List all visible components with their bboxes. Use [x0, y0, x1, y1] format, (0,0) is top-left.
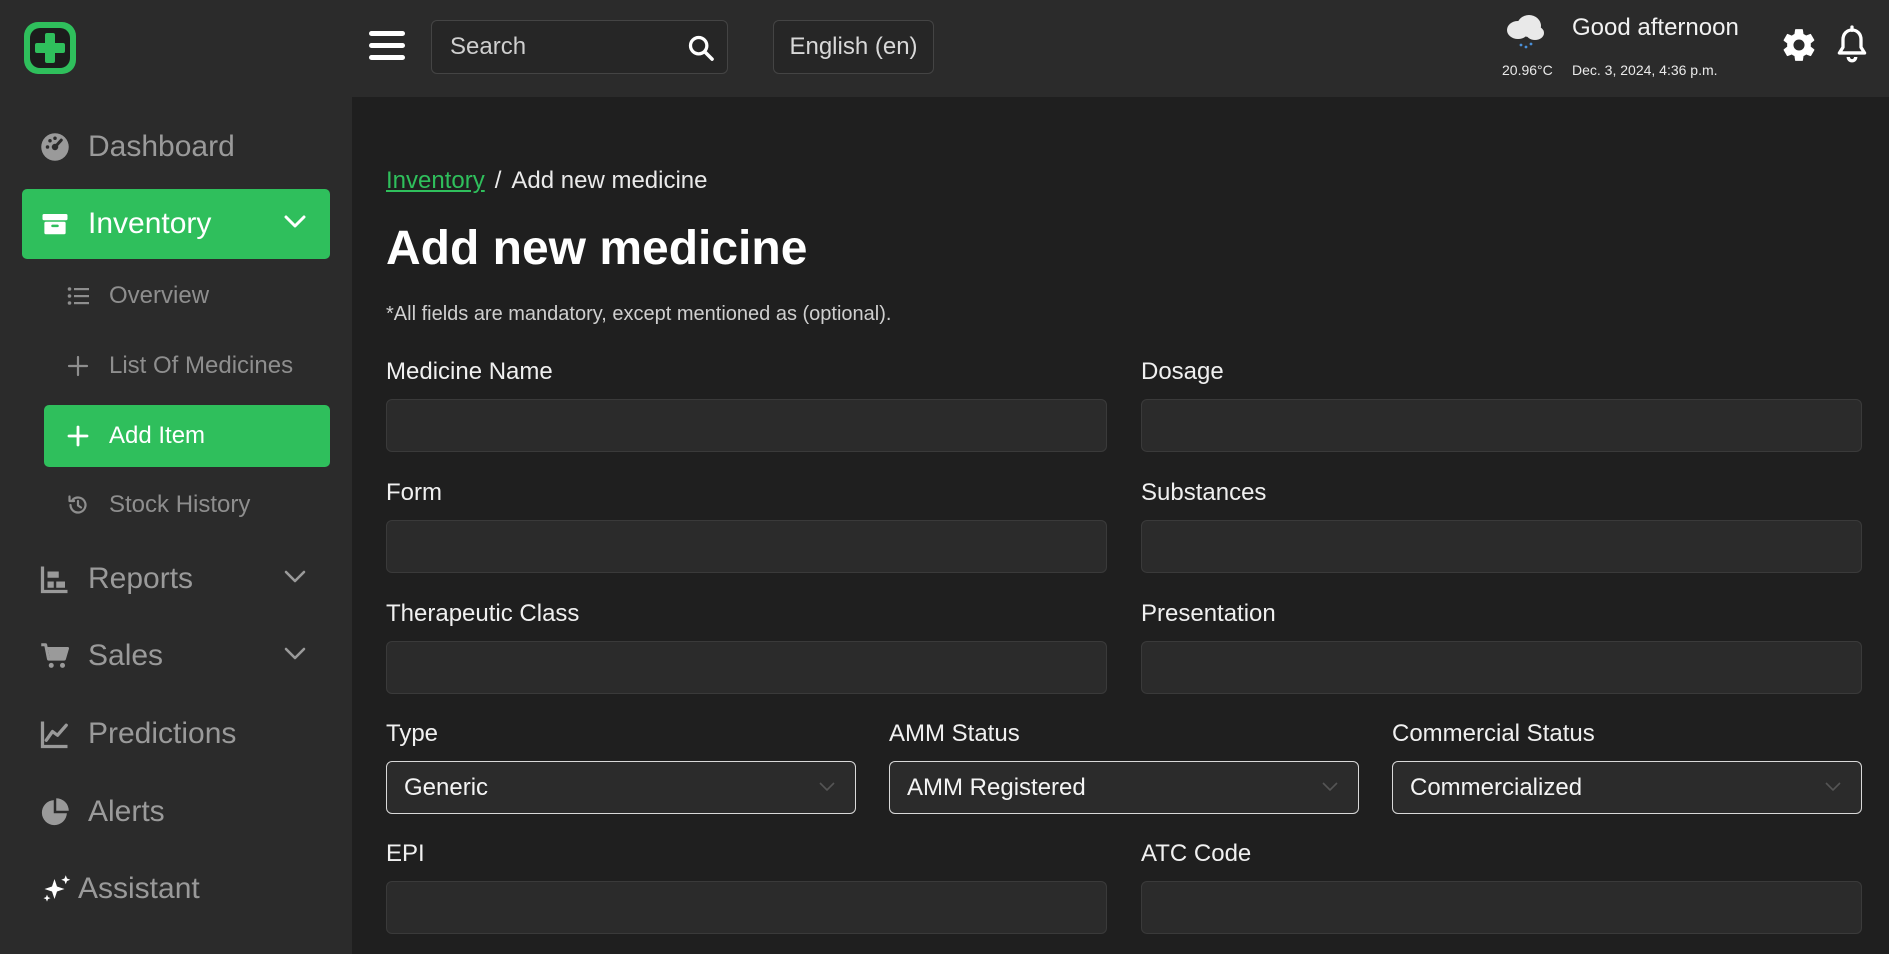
app-logo[interactable] — [24, 22, 76, 74]
amm-status-select[interactable]: AMM Registered — [889, 761, 1359, 814]
dosage-input[interactable] — [1141, 399, 1862, 452]
search-icon[interactable] — [687, 34, 715, 62]
type-label: Type — [386, 720, 439, 747]
therapeutic-class-label: Therapeutic Class — [386, 600, 580, 627]
sidebar-item-reports[interactable]: Reports — [22, 544, 330, 614]
sidebar-subitem-stock-history[interactable]: Stock History — [44, 474, 330, 536]
mandatory-fields-note: *All fields are mandatory, except mentio… — [386, 303, 892, 325]
sidebar-item-predictions[interactable]: Predictions — [22, 699, 330, 769]
sidebar-item-alerts[interactable]: Alerts — [22, 777, 330, 847]
history-icon — [68, 495, 87, 514]
sidebar-item-label: Inventory — [88, 207, 212, 240]
sidebar-subitem-list-of-medicines[interactable]: List Of Medicines — [44, 335, 330, 397]
greeting-text: Good afternoon — [1572, 14, 1739, 41]
pie-chart-icon — [41, 798, 69, 826]
sparkles-icon — [43, 875, 71, 902]
breadcrumb-link-inventory[interactable]: Inventory — [386, 167, 485, 194]
sidebar-subitem-label: Add Item — [109, 422, 206, 449]
top-bar: English (en) 20.96°C Good afternoon Dec.… — [0, 0, 1889, 97]
chevron-down-icon — [284, 570, 306, 583]
sidebar-item-dashboard[interactable]: Dashboard — [22, 112, 330, 182]
sidebar-item-sales[interactable]: Sales — [22, 621, 330, 691]
box-icon — [42, 214, 68, 235]
sidebar-item-label: Dashboard — [88, 130, 235, 163]
temperature-text: 20.96°C — [1502, 62, 1553, 78]
breadcrumb-current: Add new medicine — [511, 167, 708, 194]
sidebar-subitem-add-item[interactable]: Add Item — [44, 405, 330, 467]
commercial-status-select[interactable]: Commercialized — [1392, 761, 1862, 814]
commercial-status-label: Commercial Status — [1392, 720, 1595, 747]
substances-input[interactable] — [1141, 520, 1862, 573]
presentation-label: Presentation — [1141, 600, 1276, 627]
medicine-name-input[interactable] — [386, 399, 1107, 452]
therapeutic-class-input[interactable] — [386, 641, 1107, 694]
form-label: Form — [386, 479, 442, 506]
amm-status-select-value: AMM Registered — [907, 774, 1086, 801]
epi-label: EPI — [386, 840, 425, 867]
sidebar-item-inventory[interactable]: Inventory — [22, 189, 330, 259]
breadcrumb-separator: / — [494, 167, 502, 194]
chevron-down-icon — [1322, 782, 1338, 792]
bar-chart-icon — [40, 566, 68, 594]
main-content: Inventory / Add new medicine Add new medic… — [352, 97, 1889, 954]
gear-icon[interactable] — [1780, 26, 1818, 64]
menu-toggle-icon[interactable] — [367, 29, 409, 63]
type-select-value: Generic — [404, 774, 489, 801]
type-select[interactable]: Generic — [386, 761, 856, 814]
search-box — [431, 20, 728, 74]
chevron-down-icon — [284, 647, 306, 660]
breadcrumb: Inventory / Add new medicine — [386, 167, 708, 195]
chevron-down-icon — [1825, 782, 1841, 792]
commercial-status-select-value: Commercialized — [1410, 774, 1583, 801]
line-chart-icon — [40, 721, 68, 749]
medicine-name-label: Medicine Name — [386, 358, 553, 385]
language-selector[interactable]: English (en) — [773, 20, 934, 74]
sidebar-item-label: Predictions — [88, 717, 237, 750]
cart-icon — [41, 643, 69, 668]
chevron-down-icon — [819, 782, 835, 792]
search-input[interactable] — [432, 21, 682, 73]
presentation-input[interactable] — [1141, 641, 1862, 694]
sidebar-item-assistant[interactable]: Assistant — [22, 854, 330, 924]
datetime-text: Dec. 3, 2024, 4:36 p.m. — [1572, 62, 1718, 78]
substances-label: Substances — [1141, 479, 1267, 506]
sidebar-subitem-overview[interactable]: Overview — [44, 265, 330, 327]
sidebar-item-label: Alerts — [88, 795, 165, 828]
list-icon — [67, 287, 89, 305]
cloud-rain-weather-icon — [1507, 15, 1544, 49]
sidebar-subitem-label: Overview — [109, 282, 210, 309]
atc-code-label: ATC Code — [1141, 840, 1252, 867]
sidebar-subitem-label: List Of Medicines — [109, 352, 294, 379]
form-input[interactable] — [386, 520, 1107, 573]
atc-code-input[interactable] — [1141, 881, 1862, 934]
plus-icon — [67, 355, 89, 377]
plus-icon — [67, 425, 89, 447]
epi-input[interactable] — [386, 881, 1107, 934]
dosage-label: Dosage — [1141, 358, 1224, 385]
bell-icon[interactable] — [1834, 25, 1870, 65]
dashboard-gauge-icon — [41, 133, 69, 161]
page-title: Add new medicine — [386, 222, 808, 275]
sidebar-item-label: Assistant — [78, 872, 200, 905]
sidebar-item-label: Sales — [88, 639, 164, 672]
sidebar-item-label: Reports — [88, 562, 194, 595]
sidebar-subitem-label: Stock History — [109, 491, 251, 518]
amm-status-label: AMM Status — [889, 720, 1020, 747]
sidebar: Dashboard Inventory Overview List Of Med… — [0, 97, 352, 954]
chevron-down-icon — [284, 215, 306, 228]
